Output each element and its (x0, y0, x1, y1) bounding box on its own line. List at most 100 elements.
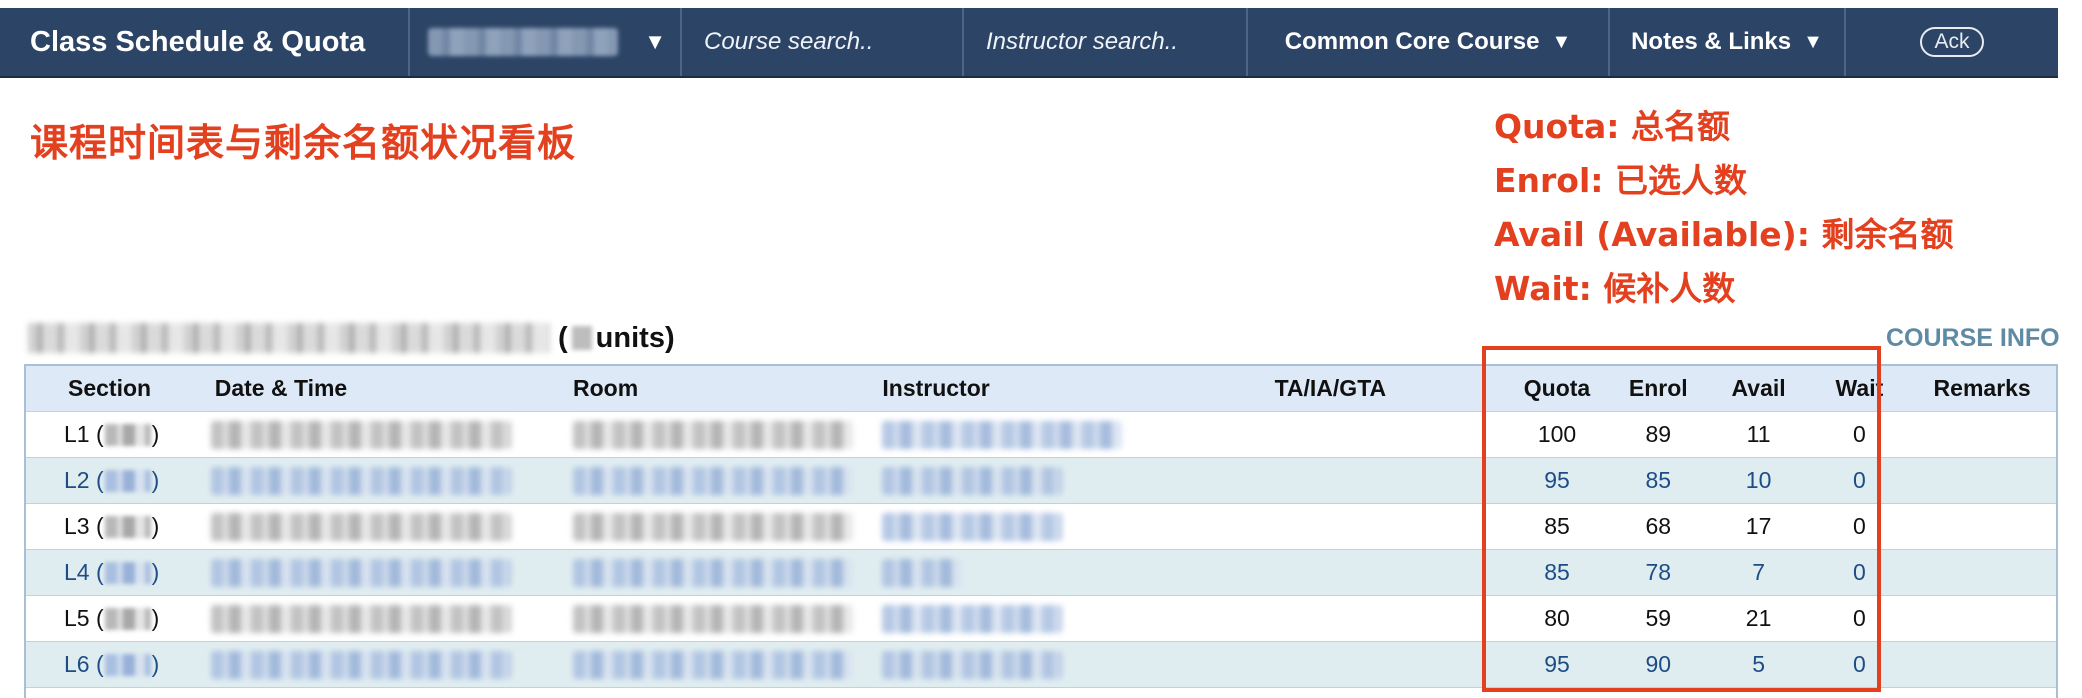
table-row: L1 () 100 89 11 0 (26, 412, 2056, 458)
section-cell: L5 () (64, 605, 160, 631)
section-code[interactable]: L4 (64, 559, 90, 586)
ta-cell (1275, 412, 1505, 457)
datetime-cell (210, 458, 573, 503)
course-code-redacted (28, 323, 550, 353)
remarks-cell (1908, 504, 2056, 549)
wait-cell: 0 (1853, 605, 1866, 631)
header-quota: Quota (1523, 375, 1591, 401)
section-cell[interactable]: L4 () (26, 550, 211, 595)
section-code: L3 (64, 513, 90, 539)
legend-quota: Quota: 总名额 (1494, 107, 1730, 146)
schedule-table: Section Date & Time Room Instructor TA/I… (24, 364, 2058, 698)
course-units: ( units) (558, 322, 675, 355)
datetime-redacted (210, 650, 511, 679)
notes-links-label: Notes & Links (1631, 28, 1792, 55)
ta-cell (1275, 550, 1505, 595)
triangle-down-icon: ▼ (644, 29, 666, 54)
room-redacted (572, 604, 853, 633)
instructor-cell (882, 458, 1274, 503)
wait-cell: 0 (1853, 559, 1866, 585)
instructor-cell (882, 412, 1274, 457)
instructor-search-input[interactable]: Instructor search.. (964, 8, 1248, 76)
avail-cell: 5 (1752, 651, 1765, 677)
ta-cell (1275, 458, 1505, 503)
section-cell[interactable]: L6 () (26, 642, 211, 687)
wait-cell: 0 (1853, 421, 1866, 447)
section-id-redacted (104, 423, 151, 446)
section-code: L5 (64, 605, 90, 631)
ta-cell (1275, 642, 1505, 687)
section-id-redacted (104, 607, 151, 630)
triangle-down-icon: ▼ (1551, 30, 1572, 53)
instructor-redacted[interactable] (882, 604, 1063, 633)
ta-cell (1275, 504, 1505, 549)
room-cell (572, 596, 882, 641)
units-value-redacted (571, 326, 592, 350)
legend-wait: Wait: 候补人数 (1494, 269, 1736, 308)
datetime-cell (210, 642, 573, 687)
enrol-cell: 89 (1645, 421, 1672, 447)
remarks-cell (1908, 458, 2056, 503)
section-cell: L3 () (64, 513, 160, 539)
header-datetime: Date & Time (214, 375, 348, 401)
course-info-link[interactable]: COURSE INFO (1886, 324, 2060, 353)
wait-cell: 0 (1853, 467, 1866, 493)
instructor-redacted[interactable] (882, 420, 1123, 449)
datetime-redacted (210, 512, 511, 541)
datetime-redacted (210, 420, 511, 449)
top-navbar: Class Schedule & Quota ▼ Course search..… (0, 8, 2058, 78)
section-cell[interactable]: L2 () (26, 458, 211, 503)
instructor-redacted[interactable] (882, 466, 1063, 495)
datetime-cell (210, 596, 573, 641)
room-redacted (572, 512, 853, 541)
room-redacted (572, 650, 853, 679)
header-room: Room (573, 375, 639, 401)
app-title[interactable]: Class Schedule & Quota (0, 8, 410, 76)
header-section: Section (68, 375, 152, 401)
notes-links-dropdown[interactable]: Notes & Links ▼ (1610, 8, 1846, 76)
common-core-label: Common Core Course (1284, 28, 1540, 55)
enrol-cell: 59 (1645, 605, 1672, 631)
term-value-redacted (428, 28, 618, 56)
table-header-row: Section Date & Time Room Instructor TA/I… (26, 366, 2056, 412)
common-core-dropdown[interactable]: Common Core Course ▼ (1248, 8, 1610, 76)
quota-cell: 95 (1544, 651, 1570, 677)
term-selector[interactable]: ▼ (410, 8, 682, 76)
room-cell (572, 458, 882, 503)
section-id-redacted (104, 515, 151, 538)
room-redacted (572, 420, 853, 449)
header-enrol: Enrol (1628, 375, 1688, 401)
table-row: L2 () 95 85 10 0 (26, 458, 2056, 504)
wait-cell: 0 (1853, 513, 1866, 539)
instructor-cell (882, 642, 1274, 687)
wait-cell: 0 (1853, 651, 1866, 677)
section-code: L1 (64, 421, 90, 447)
instructor-redacted[interactable] (882, 558, 963, 587)
room-cell (572, 504, 882, 549)
course-search-input[interactable]: Course search.. (682, 8, 964, 76)
ack-button[interactable]: Ack (1920, 27, 1984, 57)
instructor-redacted[interactable] (882, 650, 1063, 679)
header-avail: Avail (1731, 375, 1786, 401)
remarks-cell (1908, 642, 2056, 687)
ack-cell: Ack (1846, 8, 2058, 76)
enrol-cell: 90 (1645, 651, 1672, 677)
avail-cell: 7 (1752, 559, 1765, 585)
quota-cell: 85 (1544, 513, 1570, 539)
section-id-redacted (104, 653, 151, 676)
room-cell (572, 550, 882, 595)
room-redacted (572, 466, 853, 495)
quota-cell: 100 (1537, 421, 1577, 447)
instructor-cell (882, 504, 1274, 549)
avail-cell: 11 (1746, 421, 1771, 447)
annotation-legend: Quota: 总名额 Enrol: 已选人数 Avail (Available)… (1494, 100, 1953, 316)
instructor-redacted[interactable] (882, 512, 1063, 541)
section-code[interactable]: L6 (64, 651, 90, 678)
quota-cell: 95 (1544, 467, 1570, 493)
section-code[interactable]: L2 (64, 467, 90, 494)
header-instructor: Instructor (882, 375, 990, 401)
avail-cell: 17 (1745, 513, 1772, 539)
table-row: L5 () 80 59 21 0 (26, 596, 2056, 642)
datetime-redacted (210, 604, 511, 633)
header-remarks: Remarks (1933, 375, 2031, 401)
